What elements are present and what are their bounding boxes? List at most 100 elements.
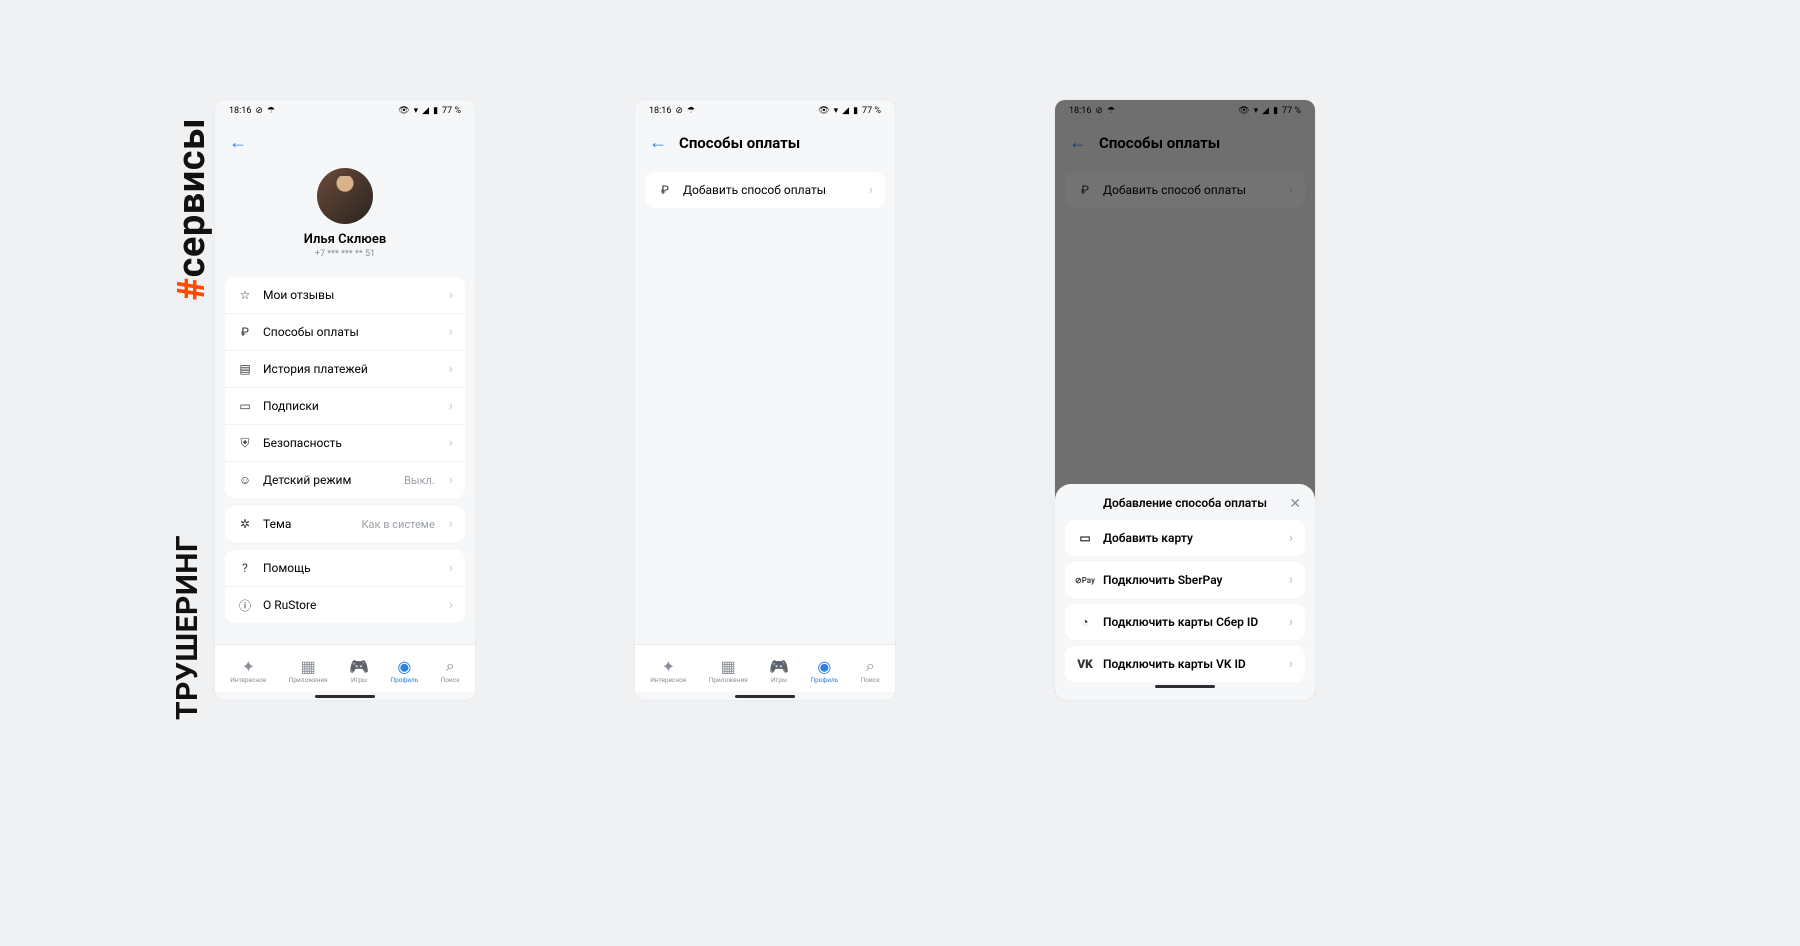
chevron-icon: › xyxy=(449,399,453,413)
battery-icon: ▮ xyxy=(853,106,858,116)
nav-games[interactable]: 🎮 Игры xyxy=(770,657,788,684)
card-icon: ▭ xyxy=(1077,530,1093,546)
phone-profile: 18:16 ⊘ ☂ 👁 ▾ ◢ ▮ 77 % ← Илья Склюев +7 … xyxy=(215,100,475,700)
battery-icon: ▮ xyxy=(433,106,438,116)
row-label: Помощь xyxy=(263,561,439,575)
chevron-icon: › xyxy=(449,325,453,339)
nav-interesting[interactable]: ✦ Интересное xyxy=(650,657,686,684)
chevron-icon: › xyxy=(449,436,453,450)
nav-profile[interactable]: ◉ Профиль xyxy=(391,657,419,684)
home-indicator[interactable] xyxy=(215,692,475,700)
row-label: Детский режим xyxy=(263,473,394,487)
row-label: Способы оплаты xyxy=(263,325,439,339)
row-label: Тема xyxy=(263,517,351,531)
chevron-icon: › xyxy=(449,517,453,531)
help-icon: ? xyxy=(237,560,253,576)
no-notify-icon: ⊘ xyxy=(675,106,683,116)
row-payment-history[interactable]: ▤ История платежей › xyxy=(225,351,465,388)
kids-icon: ☺ xyxy=(237,472,253,488)
sparkle-icon: ✦ xyxy=(239,657,257,675)
option-sberpay[interactable]: ⊘Pay Подключить SberPay › xyxy=(1065,562,1305,598)
wifi-icon: ▾ xyxy=(834,106,839,116)
hashtag-brand: ТРУШЕРИНГ xyxy=(170,535,205,720)
receipt-icon: ▤ xyxy=(237,361,253,377)
bottom-nav: ✦ Интересное ▦ Приложения 🎮 Игры ◉ Профи… xyxy=(215,644,475,692)
profile-name: Илья Склюев xyxy=(215,232,475,247)
status-time: 18:16 xyxy=(649,106,671,116)
row-label: Безопасность xyxy=(263,436,439,450)
gamepad-icon: 🎮 xyxy=(770,657,788,675)
sberid-icon: ◔ xyxy=(1077,614,1093,630)
row-payment-methods[interactable]: ₽ Способы оплаты › xyxy=(225,314,465,351)
phone-payment-methods: 18:16 ⊘ ☂ 👁 ▾ ◢ ▮ 77 % ← Способы оплаты … xyxy=(635,100,895,700)
battery-percent: 77 % xyxy=(442,106,461,116)
back-button[interactable]: ← xyxy=(229,134,247,152)
person-icon: ◉ xyxy=(815,657,833,675)
status-bar: 18:16 ⊘ ☂ 👁 ▾ ◢ ▮ 77 % xyxy=(635,100,895,122)
chevron-icon: › xyxy=(1289,657,1293,671)
chevron-icon: › xyxy=(449,288,453,302)
row-reviews[interactable]: ☆ Мои отзывы › xyxy=(225,277,465,314)
chevron-icon: › xyxy=(1289,531,1293,545)
close-button[interactable]: ✕ xyxy=(1289,496,1301,512)
shield-icon: ⛨ xyxy=(237,435,253,451)
back-button[interactable]: ← xyxy=(649,134,667,152)
row-label: О RuStore xyxy=(263,598,439,612)
star-icon: ☆ xyxy=(237,287,253,303)
search-icon: ⌕ xyxy=(861,657,879,675)
grid-icon: ▦ xyxy=(719,657,737,675)
home-indicator[interactable] xyxy=(635,692,895,700)
page-title: Способы оплаты xyxy=(679,134,800,152)
row-label: Подписки xyxy=(263,399,439,413)
home-indicator[interactable] xyxy=(1065,682,1305,690)
option-sberid[interactable]: ◔ Подключить карты Сбер ID › xyxy=(1065,604,1305,640)
umbrella-icon: ☂ xyxy=(687,106,695,116)
bottom-nav: ✦ Интересное ▦ Приложения 🎮 Игры ◉ Профи… xyxy=(635,644,895,692)
nav-interesting[interactable]: ✦ Интересное xyxy=(230,657,266,684)
row-security[interactable]: ⛨ Безопасность › xyxy=(225,425,465,462)
nav-apps[interactable]: ▦ Приложения xyxy=(289,657,328,684)
option-add-card[interactable]: ▭ Добавить карту › xyxy=(1065,520,1305,556)
sparkle-icon: ✦ xyxy=(659,657,677,675)
option-label: Добавить карту xyxy=(1103,531,1279,545)
add-payment-sheet: Добавление способа оплаты ✕ ▭ Добавить к… xyxy=(1055,484,1315,700)
row-add-payment[interactable]: ₽ Добавить способ оплаты › xyxy=(645,172,885,208)
nav-apps[interactable]: ▦ Приложения xyxy=(709,657,748,684)
phone-add-payment-sheet: 18:16 ⊘ ☂ 👁 ▾ ◢ ▮ 77 % ← Способы оплаты xyxy=(1055,100,1315,700)
ruble-icon: ₽ xyxy=(657,182,673,198)
chevron-icon: › xyxy=(1289,615,1293,629)
nav-profile[interactable]: ◉ Профиль xyxy=(811,657,839,684)
row-label: Мои отзывы xyxy=(263,288,439,302)
chevron-icon: › xyxy=(449,473,453,487)
row-subscriptions[interactable]: ▭ Подписки › xyxy=(225,388,465,425)
chevron-icon: › xyxy=(1289,573,1293,587)
person-icon: ◉ xyxy=(395,657,413,675)
profile-phone: +7 *** *** ** 51 xyxy=(215,249,475,259)
row-kids-mode[interactable]: ☺ Детский режим Выкл. › xyxy=(225,462,465,498)
battery-percent: 77 % xyxy=(862,106,881,116)
search-icon: ⌕ xyxy=(441,657,459,675)
chevron-icon: › xyxy=(869,183,873,197)
option-label: Подключить карты VK ID xyxy=(1103,657,1279,671)
theme-icon: ✲ xyxy=(237,516,253,532)
status-bar: 18:16 ⊘ ☂ 👁 ▾ ◢ ▮ 77 % xyxy=(215,100,475,122)
nav-search[interactable]: ⌕ Поиск xyxy=(441,657,460,684)
avatar[interactable] xyxy=(317,168,373,224)
row-value: Выкл. xyxy=(404,474,435,487)
ruble-icon: ₽ xyxy=(237,324,253,340)
nav-games[interactable]: 🎮 Игры xyxy=(350,657,368,684)
row-about[interactable]: ⓘ О RuStore › xyxy=(225,587,465,623)
row-label: История платежей xyxy=(263,362,439,376)
option-label: Подключить SberPay xyxy=(1103,573,1279,587)
chevron-icon: › xyxy=(449,362,453,376)
vk-icon: VK xyxy=(1077,656,1093,672)
subscription-icon: ▭ xyxy=(237,398,253,414)
nav-search[interactable]: ⌕ Поиск xyxy=(861,657,880,684)
row-label: Добавить способ оплаты xyxy=(683,183,859,197)
info-icon: ⓘ xyxy=(237,597,253,613)
no-notify-icon: ⊘ xyxy=(255,106,263,116)
row-help[interactable]: ? Помощь › xyxy=(225,550,465,587)
umbrella-icon: ☂ xyxy=(267,106,275,116)
row-theme[interactable]: ✲ Тема Как в системе › xyxy=(225,506,465,542)
option-vkid[interactable]: VK Подключить карты VK ID › xyxy=(1065,646,1305,682)
